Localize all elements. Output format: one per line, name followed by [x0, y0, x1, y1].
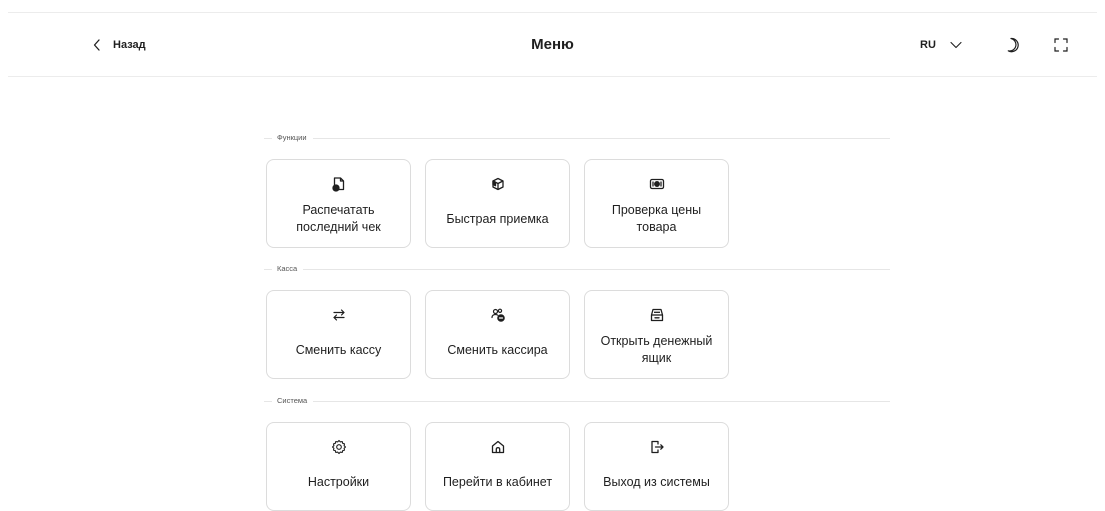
section-divider	[264, 138, 890, 139]
settings-button[interactable]: Настройки	[266, 422, 411, 511]
change-register-button[interactable]: Сменить кассу	[266, 290, 411, 379]
card-label: Сменить кассу	[295, 342, 382, 357]
chevron-down-icon	[950, 36, 962, 54]
go-to-account-button[interactable]: Перейти в кабинет	[425, 422, 570, 511]
section-divider	[264, 269, 890, 270]
card-label: Проверка цены товара	[611, 203, 702, 234]
price-check-button[interactable]: Проверка цены товара	[584, 159, 729, 248]
print-last-receipt-button[interactable]: Распечатать последний чек	[266, 159, 411, 248]
section-divider	[264, 401, 890, 402]
card-label: Настройки	[307, 474, 370, 489]
chevron-left-icon	[93, 38, 101, 51]
card-label: Сменить кассира	[447, 342, 548, 357]
price-check-icon	[585, 176, 728, 192]
gear-icon	[267, 439, 410, 455]
card-label: Выход из системы	[603, 474, 710, 489]
quick-receiving-button[interactable]: Быстрая приемка	[425, 159, 570, 248]
card-label: Быстрая приемка	[446, 211, 549, 226]
card-label: Перейти в кабинет	[442, 474, 553, 489]
logout-icon	[585, 439, 728, 455]
switch-user-icon	[426, 307, 569, 323]
language-select[interactable]: RU	[920, 13, 962, 76]
card-label: Открыть денежный ящик	[600, 334, 713, 365]
fullscreen-icon	[1054, 38, 1068, 56]
logout-button[interactable]: Выход из системы	[584, 422, 729, 511]
receipt-print-icon	[267, 176, 410, 192]
card-label: Распечатать последний чек	[296, 203, 381, 234]
language-value: RU	[920, 38, 936, 51]
moon-icon	[1004, 37, 1022, 58]
fullscreen-button[interactable]	[1054, 38, 1068, 52]
section-label-cash-register: Касса	[272, 264, 304, 274]
swap-arrows-icon	[267, 307, 410, 323]
box-receive-icon	[426, 176, 569, 192]
open-cash-drawer-button[interactable]: Открыть денежный ящик	[584, 290, 729, 379]
cash-drawer-icon	[585, 307, 728, 323]
section-label-functions: Функции	[272, 133, 313, 143]
home-icon	[426, 439, 569, 455]
header-bar: Назад Меню RU	[8, 13, 1097, 77]
back-label: Назад	[113, 38, 146, 51]
back-button[interactable]: Назад	[93, 13, 146, 76]
theme-toggle-button[interactable]	[1004, 36, 1022, 54]
section-label-system: Система	[272, 396, 314, 406]
change-cashier-button[interactable]: Сменить кассира	[425, 290, 570, 379]
